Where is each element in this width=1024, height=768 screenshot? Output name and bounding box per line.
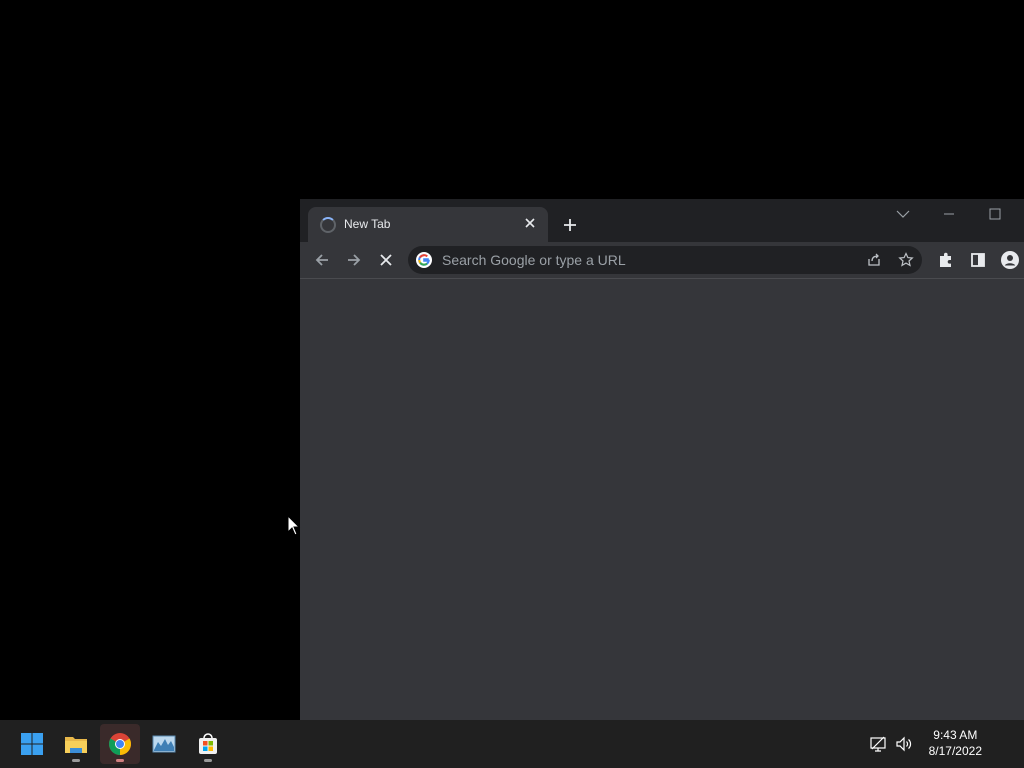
tab-new-tab[interactable]: New Tab — [308, 207, 548, 242]
chrome-toolbar: Search Google or type a URL — [300, 242, 1024, 279]
maximize-button[interactable] — [972, 199, 1018, 229]
page-content[interactable] — [300, 279, 1024, 720]
system-clock[interactable]: 9:43 AM 8/17/2022 — [929, 727, 982, 759]
address-bar-placeholder: Search Google or type a URL — [442, 252, 626, 268]
start-button[interactable] — [12, 724, 52, 764]
address-bar[interactable]: Search Google or type a URL — [408, 246, 922, 274]
minimize-button[interactable] — [926, 199, 972, 229]
stop-loading-icon[interactable] — [376, 250, 396, 270]
volume-icon[interactable] — [894, 734, 914, 754]
folder-icon — [65, 737, 87, 753]
tab-title: New Tab — [344, 217, 391, 231]
monitor-chart-icon — [152, 735, 176, 753]
google-logo-icon — [416, 252, 432, 268]
tab-search-chevron-icon[interactable] — [880, 199, 926, 229]
taskbar: 9:43 AM 8/17/2022 — [0, 720, 1024, 768]
network-icon[interactable] — [869, 734, 889, 754]
clock-time: 9:43 AM — [933, 728, 978, 742]
share-icon[interactable] — [866, 252, 882, 268]
clock-date: 8/17/2022 — [928, 744, 982, 758]
bookmark-star-icon[interactable] — [898, 252, 914, 268]
chrome-window[interactable]: New Tab Search Google or type a URL — [300, 199, 1024, 720]
close-icon[interactable] — [522, 215, 538, 231]
windows-logo-icon — [21, 733, 43, 755]
taskbar-microsoft-store[interactable] — [188, 724, 228, 764]
forward-arrow-icon[interactable] — [344, 250, 364, 270]
extensions-puzzle-icon[interactable] — [936, 250, 956, 270]
mouse-cursor-icon — [287, 515, 301, 536]
chrome-titlebar[interactable]: New Tab — [300, 199, 1024, 242]
back-arrow-icon[interactable] — [312, 250, 332, 270]
profile-avatar-icon[interactable] — [1000, 250, 1020, 270]
side-panel-icon[interactable] — [968, 250, 988, 270]
running-indicator — [72, 759, 80, 762]
loading-spinner-icon — [320, 217, 336, 233]
store-bag-icon — [199, 733, 217, 754]
running-indicator — [204, 759, 212, 762]
new-tab-button[interactable] — [560, 215, 580, 235]
taskbar-resource-monitor[interactable] — [144, 724, 184, 764]
chrome-logo-icon — [109, 733, 131, 755]
running-indicator — [116, 759, 124, 762]
taskbar-file-explorer[interactable] — [56, 724, 96, 764]
taskbar-chrome[interactable] — [100, 724, 140, 764]
